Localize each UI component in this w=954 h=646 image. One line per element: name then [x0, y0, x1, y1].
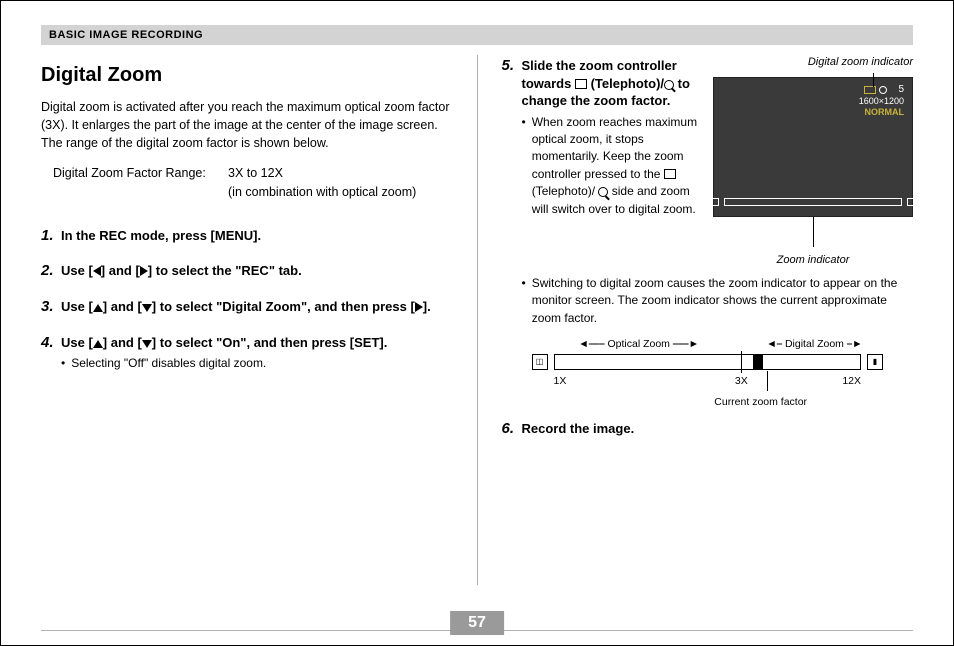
intro-paragraph: Digital zoom is activated after you reac…: [41, 98, 453, 152]
tick-12x: 12X: [842, 374, 861, 389]
digital-zoom-label: ◄⎯ Digital Zoom ⎯►: [746, 337, 883, 352]
step-6: 6. Record the image.: [502, 418, 914, 440]
step-5-sub-2: Switching to digital zoom causes the zoo…: [522, 275, 914, 327]
section-header: BASIC IMAGE RECORDING: [41, 25, 913, 45]
zoom-factor-block: Digital Zoom Factor Range: 3X to 12X (in…: [53, 164, 453, 200]
step-number: 2.: [41, 260, 61, 282]
page-title: Digital Zoom: [41, 61, 453, 90]
step-5: 5. Slide the zoom controller towards (Te…: [502, 55, 704, 218]
tele-icon: [907, 198, 915, 206]
camera-screen-figure: Digital zoom indicator 5 1600×1200 NORMA…: [713, 55, 913, 269]
step-number: 5.: [502, 55, 522, 77]
step-text: Record the image.: [522, 420, 914, 438]
left-arrow-icon: [93, 266, 101, 276]
wide-icon: [711, 198, 719, 206]
step-4: 4. Use [] and [] to select "On", and the…: [41, 332, 453, 373]
leader-line: [813, 217, 814, 247]
content-columns: Digital Zoom Digital zoom is activated a…: [41, 55, 913, 585]
zoom-indicator-label: Zoom indicator: [713, 253, 913, 269]
camera-screen: 5 1600×1200 NORMAL: [713, 77, 913, 217]
current-zoom-marker: [753, 355, 763, 369]
zoom-indicator-icon: [879, 86, 887, 94]
page-footer: 57: [41, 630, 913, 631]
shot-count: 5: [898, 84, 904, 96]
step-2: 2. Use [] and [] to select the "REC" tab…: [41, 260, 453, 282]
zoom-diagram: ◄⎯⎯⎯ Optical Zoom ⎯⎯⎯► ◄⎯ Digital Zoom ⎯…: [532, 337, 884, 388]
battery-icon: [864, 86, 876, 94]
magnifier-icon: [664, 80, 674, 90]
optical-zoom-label: ◄⎯⎯⎯ Optical Zoom ⎯⎯⎯►: [532, 337, 746, 352]
resolution-text: 1600×1200: [859, 96, 904, 107]
right-arrow-icon: [140, 266, 148, 276]
step-1: 1. In the REC mode, press [MENU].: [41, 225, 453, 247]
tick-1x: 1X: [554, 374, 567, 389]
current-zoom-leader: [767, 371, 768, 391]
steps-list: 1. In the REC mode, press [MENU]. 2. Use…: [41, 225, 453, 373]
magnifier-icon: [598, 187, 608, 197]
wide-end-icon: ◫: [532, 354, 548, 370]
step-5-sub-1: When zoom reaches maximum optical zoom, …: [522, 114, 704, 218]
telephoto-icon: [575, 79, 587, 89]
tick-3x: 3X: [735, 374, 748, 389]
current-zoom-label: Current zoom factor: [714, 395, 807, 410]
step-text: Use [] and [] to select the "REC" tab.: [61, 262, 453, 280]
up-arrow-icon: [93, 304, 103, 312]
page-number: 57: [450, 611, 504, 635]
zoom-bar-divider: [741, 351, 742, 373]
step-4-sub: Selecting "Off" disables digital zoom.: [61, 355, 453, 372]
factor-label: Digital Zoom Factor Range:: [53, 164, 228, 182]
tele-end-icon: ▮: [867, 354, 883, 370]
step-number: 3.: [41, 296, 61, 318]
factor-value-1: 3X to 12X: [228, 164, 283, 182]
right-column: 5. Slide the zoom controller towards (Te…: [502, 55, 914, 585]
zoom-bar: [724, 198, 902, 206]
up-arrow-icon: [93, 340, 103, 348]
digital-zoom-indicator-label: Digital zoom indicator: [713, 55, 913, 71]
step-text: In the REC mode, press [MENU].: [61, 227, 453, 245]
down-arrow-icon: [142, 304, 152, 312]
step-number: 1.: [41, 225, 61, 247]
left-column: Digital Zoom Digital zoom is activated a…: [41, 55, 453, 585]
step-number: 4.: [41, 332, 61, 354]
right-arrow-icon: [415, 302, 423, 312]
step-text: Use [] and [] to select "On", and then p…: [61, 334, 453, 352]
quality-text: NORMAL: [859, 107, 904, 118]
step-text: Use [] and [] to select "Digital Zoom", …: [61, 298, 453, 316]
step-number: 6.: [502, 418, 522, 440]
column-divider: [477, 55, 478, 585]
telephoto-icon: [664, 169, 676, 179]
factor-value-2: (in combination with optical zoom): [228, 183, 416, 201]
down-arrow-icon: [142, 340, 152, 348]
leader-line: [873, 73, 874, 87]
zoom-bar: [554, 354, 862, 370]
step-3: 3. Use [] and [] to select "Digital Zoom…: [41, 296, 453, 318]
step-text: Slide the zoom controller towards (Telep…: [522, 57, 704, 110]
